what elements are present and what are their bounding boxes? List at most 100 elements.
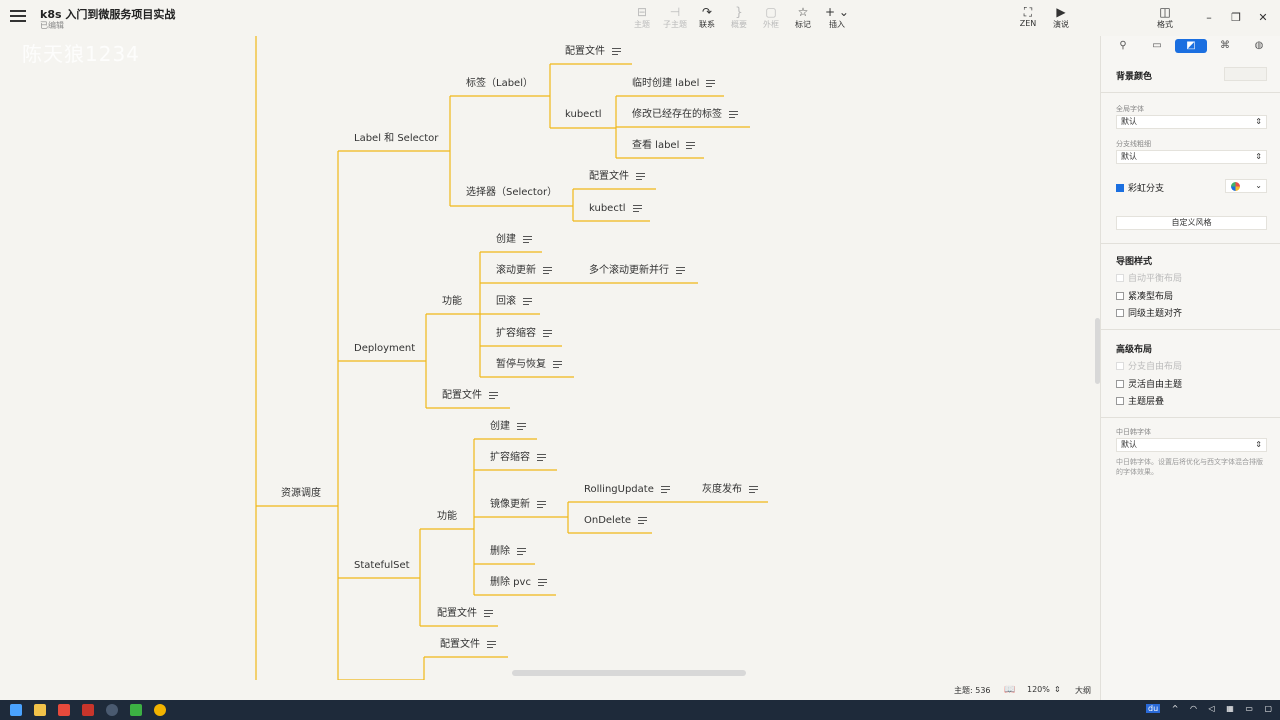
node-label-selector[interactable]: Label 和 Selector — [354, 132, 438, 146]
note-icon — [686, 140, 696, 151]
node-label-kubectl[interactable]: kubectl — [565, 108, 602, 122]
zen-button[interactable]: ⛶ ZEN — [1010, 5, 1046, 28]
tray-du-icon[interactable]: du — [1146, 704, 1161, 713]
marker-button[interactable]: ☆ 标记 — [785, 5, 821, 30]
outline-button[interactable]: 大纲 — [1075, 685, 1091, 696]
style-icon[interactable]: ⚲ — [1107, 39, 1139, 53]
node-sts-canary[interactable]: 灰度发布 — [702, 483, 758, 497]
node-sts-func[interactable]: 功能 — [437, 510, 457, 524]
subtopic-button[interactable]: ⊟ 主题 — [624, 5, 660, 30]
book-icon[interactable]: 📖 — [1004, 685, 1015, 695]
note-icon — [517, 421, 526, 432]
node-sts-delete[interactable]: 删除 — [490, 545, 526, 559]
node-deploy-scale[interactable]: 扩容缩容 — [496, 327, 552, 341]
node-sts-config[interactable]: 配置文件 — [437, 607, 493, 621]
format-panel-button[interactable]: ◫ 格式 — [1147, 5, 1183, 30]
note-icon — [612, 46, 621, 57]
note-icon — [537, 577, 547, 588]
node-root[interactable]: 资源调度 — [281, 487, 321, 501]
node-label-temp-create[interactable]: 临时创建 label — [632, 77, 716, 91]
node-deploy-rollback[interactable]: 回滚 — [496, 295, 532, 309]
boundary-button[interactable]: ▢ 外框 — [753, 5, 789, 30]
note-icon — [632, 203, 642, 214]
canvas-icon[interactable]: ◩ — [1175, 39, 1207, 53]
windows-taskbar: du ^ ◠ ◁ ▦ ▭ ▢ — [0, 700, 1280, 720]
wps-icon[interactable] — [82, 704, 94, 716]
insert-button[interactable]: + ⌄ 插入 — [819, 5, 855, 30]
horizontal-scrollbar[interactable] — [512, 670, 746, 676]
compact-layout-checkbox[interactable]: 紧凑型布局 — [1116, 289, 1173, 302]
node-selector-config[interactable]: 配置文件 — [589, 170, 645, 184]
flexible-free-checkbox[interactable]: 灵活自由主题 — [1116, 377, 1182, 390]
notification-icon[interactable]: ▢ — [1264, 704, 1272, 713]
node-deploy-pause[interactable]: 暂停与恢复 — [496, 358, 562, 372]
note-icon — [553, 359, 562, 370]
node-sts-scale[interactable]: 扩容缩容 — [490, 451, 546, 465]
present-button[interactable]: ▶ 演说 — [1043, 5, 1079, 30]
node-deploy-multi-rolling[interactable]: 多个滚动更新并行 — [589, 264, 685, 278]
node-sts-create[interactable]: 创建 — [490, 420, 526, 434]
topic-overlap-checkbox[interactable]: 主题层叠 — [1116, 394, 1164, 407]
minimize-icon[interactable]: – — [1201, 10, 1217, 26]
custom-style-button[interactable]: 自定义风格 — [1116, 216, 1267, 230]
rainbow-color-picker[interactable]: ⌄ — [1225, 179, 1267, 193]
wifi-icon[interactable]: ◠ — [1190, 704, 1197, 713]
branch-thickness-select[interactable]: 默认 ⇕ — [1116, 150, 1267, 164]
node-deploy-rolling[interactable]: 滚动更新 — [496, 264, 552, 278]
select-arrow-icon: ⇕ — [1255, 440, 1262, 449]
start-icon[interactable] — [10, 704, 22, 716]
node-deployment[interactable]: Deployment — [354, 342, 415, 356]
node-deploy-create[interactable]: 创建 — [496, 233, 532, 247]
zoom-stepper-icon[interactable]: ⇕ — [1054, 685, 1061, 694]
volume-icon[interactable]: ◁ — [1209, 704, 1215, 713]
sibling-align-checkbox[interactable]: 同级主题对齐 — [1116, 306, 1182, 319]
format-panel-icon: ◫ — [1159, 5, 1171, 19]
summary-button[interactable]: } 概要 — [721, 5, 757, 30]
child-topic-button[interactable]: ⊣ 子主题 — [657, 5, 693, 30]
advanced-layout-heading: 高级布局 — [1116, 345, 1153, 355]
xmind-icon[interactable] — [58, 704, 70, 716]
note-icon — [543, 265, 552, 276]
node-sts-rolling[interactable]: RollingUpdate — [584, 483, 670, 497]
node-selector[interactable]: 选择器（Selector） — [466, 186, 557, 200]
node-selector-kubectl[interactable]: kubectl — [589, 202, 642, 216]
relation-button[interactable]: ↷ 联系 — [689, 5, 725, 30]
tray-expand-icon[interactable]: ^ — [1172, 704, 1179, 713]
restore-icon[interactable]: ❐ — [1228, 10, 1244, 26]
app-icon[interactable] — [106, 704, 118, 716]
rainbow-branch-checkbox[interactable]: 彩虹分支 — [1116, 181, 1164, 194]
node-sts-image-update[interactable]: 镜像更新 — [490, 498, 546, 512]
node-sts-delete-pvc[interactable]: 删除 pvc — [490, 576, 547, 590]
note-icon — [487, 639, 496, 650]
close-icon[interactable]: ✕ — [1255, 10, 1271, 26]
node-statefulset[interactable]: StatefulSet — [354, 559, 410, 573]
bg-color-swatch[interactable] — [1224, 67, 1267, 81]
branch-free-checkbox[interactable]: 分支自由布局 — [1116, 359, 1182, 372]
mindmap-canvas[interactable]: 陈天狼1234 资源调度 Label 和 Selector 标签（Label） … — [0, 36, 1100, 680]
node-label-config[interactable]: 配置文件 — [565, 45, 621, 59]
wechat-icon[interactable] — [130, 704, 142, 716]
hamburger-menu-icon[interactable] — [10, 10, 26, 24]
file-explorer-icon[interactable] — [34, 704, 46, 716]
battery-icon[interactable]: ▭ — [1245, 704, 1253, 713]
marker-icon[interactable]: ⌘ — [1209, 39, 1241, 53]
brush-icon[interactable]: ◍ — [1243, 39, 1275, 53]
node-next-config[interactable]: 配置文件 — [440, 638, 496, 652]
node-label[interactable]: 标签（Label） — [466, 77, 533, 91]
node-deploy-func[interactable]: 功能 — [442, 295, 462, 309]
auto-balance-checkbox[interactable]: 自动平衡布局 — [1116, 271, 1182, 284]
format-panel: ⚲ ▭ ◩ ⌘ ◍ 背景颜色 全局字体 默认 ⇕ 分支线粗细 默认 ⇕ 彩虹分支 ⌄… — [1100, 36, 1280, 700]
topic-icon[interactable]: ▭ — [1141, 39, 1173, 53]
node-label-modify[interactable]: 修改已经存在的标签 — [632, 108, 738, 122]
chrome-icon[interactable] — [154, 704, 166, 716]
global-font-select[interactable]: 默认 ⇕ — [1116, 115, 1267, 129]
node-label-view[interactable]: 查看 label — [632, 139, 696, 153]
node-sts-ondelete[interactable]: OnDelete — [584, 514, 648, 528]
keyboard-icon[interactable]: ▦ — [1226, 704, 1234, 713]
note-icon — [543, 328, 552, 339]
relation-icon: ↷ — [701, 5, 713, 19]
zoom-level[interactable]: 120% — [1027, 685, 1050, 694]
cjk-font-select[interactable]: 默认 ⇕ — [1116, 438, 1267, 452]
select-arrow-icon: ⇕ — [1255, 117, 1262, 126]
node-deploy-config[interactable]: 配置文件 — [442, 389, 498, 403]
